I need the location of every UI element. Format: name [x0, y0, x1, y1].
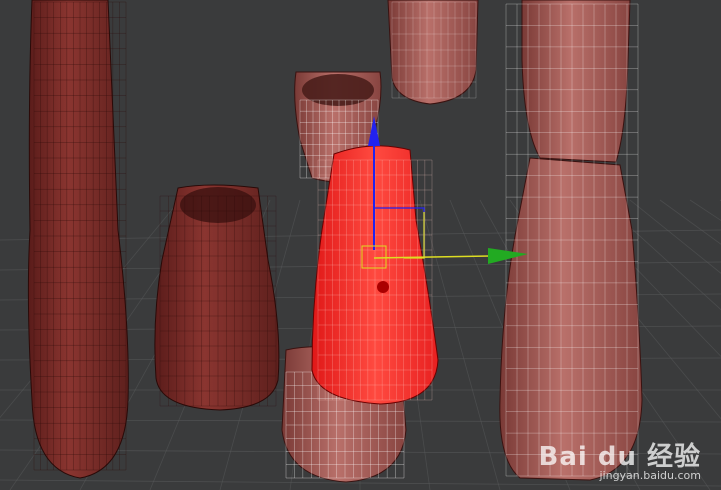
top-mid-cap-body — [387, 0, 479, 105]
top-mid-cap-mesh[interactable] — [387, 0, 479, 105]
wire-line — [659, 199, 721, 245]
pivot-marker — [377, 281, 389, 293]
wire-line — [629, 199, 721, 274]
right-figure-upper — [521, 0, 631, 163]
right-figure-mesh[interactable] — [499, 0, 643, 481]
wire-line — [689, 199, 721, 221]
wire-line — [0, 479, 721, 487]
right-figure-lower — [499, 157, 643, 481]
3d-viewport[interactable] — [0, 0, 721, 490]
mid-left-cup-mesh[interactable] — [154, 184, 280, 411]
left-pillar-body — [27, 0, 129, 479]
left-pillar-mesh[interactable] — [27, 0, 129, 479]
